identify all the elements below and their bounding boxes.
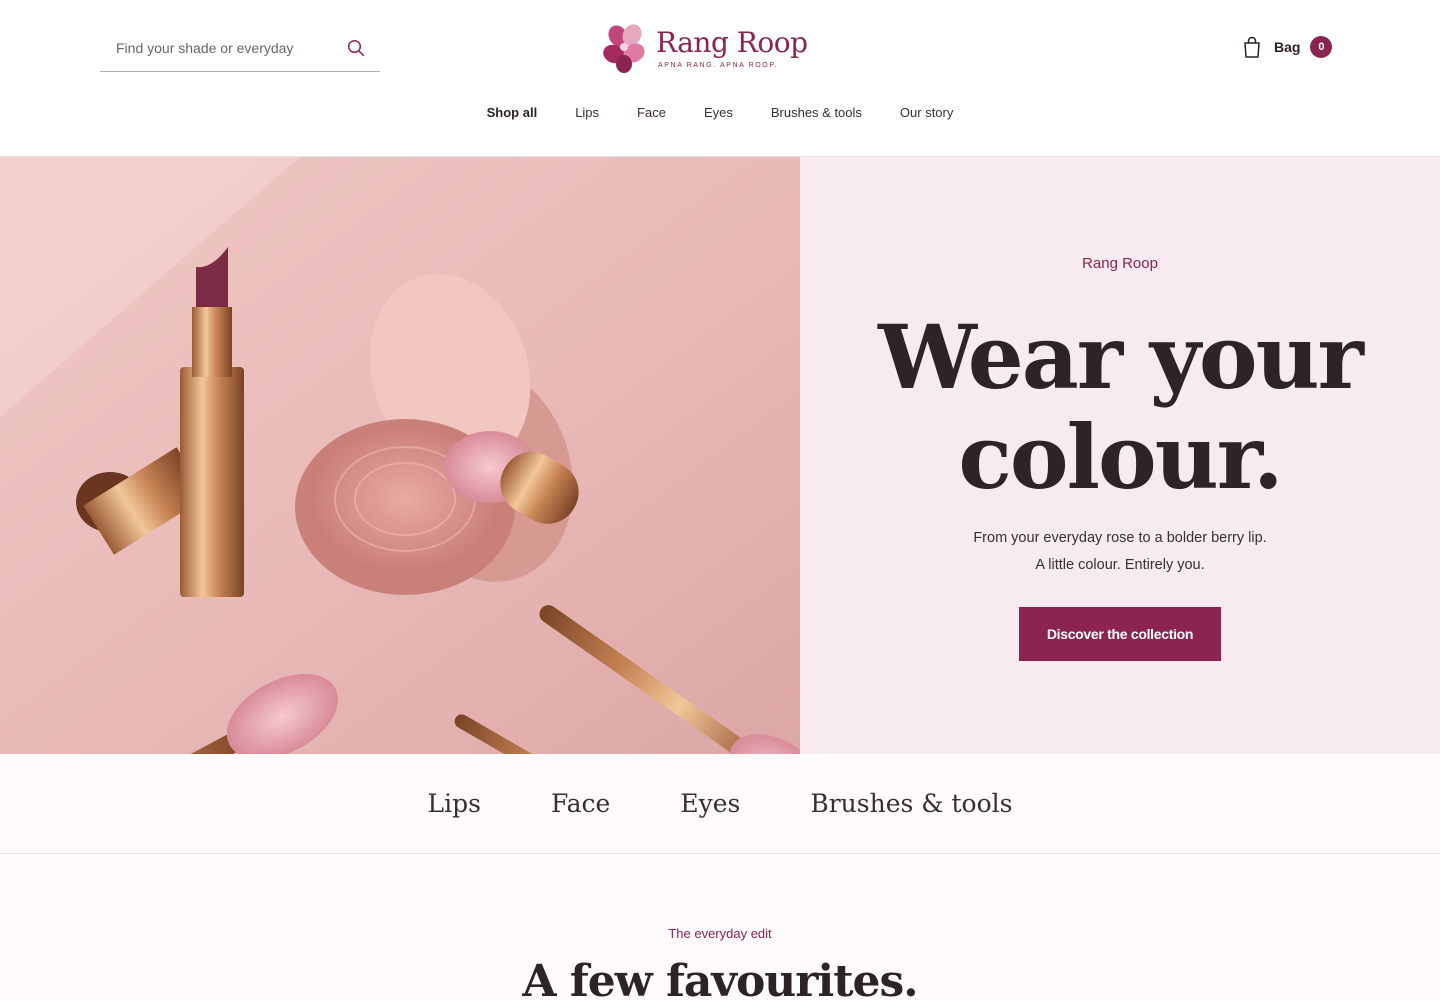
site-header: Rang Roop APNA RANG. APNA ROOP. Bag 0 Sh…: [0, 0, 1440, 157]
bag-count-badge: 0: [1310, 36, 1333, 58]
brand-logo[interactable]: Rang Roop APNA RANG. APNA ROOP.: [602, 22, 812, 74]
nav-item-our-story[interactable]: Our story: [900, 105, 953, 125]
nav-item-lips[interactable]: Lips: [575, 105, 599, 125]
search-input[interactable]: [100, 26, 340, 70]
favourites-title: A few favourites.: [522, 956, 918, 1000]
hero-panel: Rang Roop Wear your colour. From your ev…: [800, 157, 1440, 754]
search-bar: [100, 26, 380, 72]
search-icon[interactable]: [344, 36, 368, 60]
shopping-bag-icon: [1243, 35, 1263, 59]
favourites-section: The everyday edit A few favourites.: [0, 854, 1440, 1000]
hero-subtitle: From your everyday rose to a bolder berr…: [800, 525, 1440, 579]
category-link-lips[interactable]: Lips: [428, 789, 481, 818]
category-link-eyes[interactable]: Eyes: [680, 789, 740, 818]
nav-item-face[interactable]: Face: [637, 105, 666, 125]
discover-collection-button[interactable]: Discover the collection: [1019, 607, 1221, 661]
hero-title-line1: Wear your: [878, 305, 1364, 409]
hero-image: [0, 157, 800, 754]
nav-item-shop-all[interactable]: Shop all: [487, 105, 538, 125]
bag-button[interactable]: Bag 0: [1243, 34, 1333, 60]
main-nav: Shop all Lips Face Eyes Brushes & tools …: [0, 105, 1440, 125]
bag-label: Bag: [1274, 39, 1301, 55]
brand-tagline: APNA RANG. APNA ROOP.: [658, 62, 779, 69]
flower-logo-icon: [603, 24, 645, 73]
hero-eyebrow: Rang Roop: [1082, 255, 1158, 272]
hero-title: Wear your colour.: [800, 307, 1440, 507]
nav-item-eyes[interactable]: Eyes: [704, 105, 733, 125]
nav-item-brushes-tools[interactable]: Brushes & tools: [771, 105, 862, 125]
category-link-brushes-tools[interactable]: Brushes & tools: [810, 789, 1012, 818]
category-strip: Lips Face Eyes Brushes & tools: [0, 754, 1440, 854]
favourites-eyebrow: The everyday edit: [668, 926, 772, 941]
hero-subtitle-line1: From your everyday rose to a bolder berr…: [973, 530, 1267, 546]
hero-title-line2: colour.: [958, 405, 1283, 509]
category-link-face[interactable]: Face: [551, 789, 610, 818]
hero-section: Rang Roop Wear your colour. From your ev…: [0, 157, 1440, 754]
hero-subtitle-line2: A little colour. Entirely you.: [1035, 557, 1205, 573]
brand-name: Rang Roop: [656, 26, 808, 59]
